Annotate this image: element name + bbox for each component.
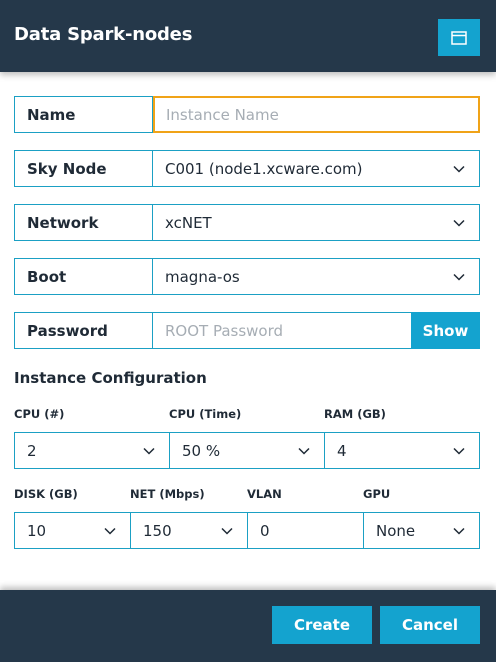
gpu-value: None (376, 521, 416, 540)
vlan-label: VLAN (247, 487, 282, 501)
show-password-button[interactable]: Show (411, 312, 480, 349)
boot-label: Boot (14, 258, 153, 295)
sky-node-select[interactable]: C001 (node1.xcware.com) (153, 150, 480, 187)
dialog-title: Data Spark-nodes (14, 24, 193, 45)
disk-value: 10 (27, 521, 47, 540)
cpu-count-label: CPU (#) (14, 407, 65, 421)
ram-select[interactable]: 4 (324, 432, 480, 469)
network-select[interactable]: xcNET (153, 204, 480, 241)
window-icon (451, 30, 467, 45)
sky-node-label: Sky Node (14, 150, 153, 187)
chevron-down-icon (453, 527, 465, 535)
chevron-down-icon (104, 527, 116, 535)
network-value: xcNET (165, 213, 212, 232)
chevron-down-icon (453, 447, 465, 455)
dialog-header: Data Spark-nodes (0, 0, 496, 72)
chevron-down-icon (221, 527, 233, 535)
net-select[interactable]: 150 (130, 512, 248, 549)
name-input[interactable]: Instance Name (153, 96, 480, 133)
network-row: Network xcNET (14, 204, 480, 241)
network-label: Network (14, 204, 153, 241)
chevron-down-icon (298, 447, 310, 455)
disk-label: DISK (GB) (14, 487, 78, 501)
password-row: Password ROOT Password Show (14, 312, 480, 349)
vlan-input[interactable]: 0 (247, 512, 364, 549)
chevron-down-icon (453, 273, 465, 281)
cpu-count-select[interactable]: 2 (14, 432, 170, 469)
password-label: Password (14, 312, 153, 349)
ram-value: 4 (337, 441, 347, 460)
gpu-label: GPU (363, 487, 391, 501)
net-label: NET (Mbps) (130, 487, 205, 501)
cpu-time-select[interactable]: 50 % (169, 432, 325, 469)
boot-value: magna-os (165, 267, 240, 286)
chevron-down-icon (143, 447, 155, 455)
instance-config-title: Instance Configuration (14, 369, 207, 387)
cpu-time-label: CPU (Time) (169, 407, 242, 421)
cpu-time-value: 50 % (182, 441, 221, 460)
cancel-button[interactable]: Cancel (380, 606, 480, 644)
sky-node-value: C001 (node1.xcware.com) (165, 159, 363, 178)
chevron-down-icon (453, 219, 465, 227)
vlan-value: 0 (260, 521, 270, 540)
chevron-down-icon (453, 165, 465, 173)
name-row: Name Instance Name (14, 96, 480, 133)
maximize-button[interactable] (438, 19, 480, 56)
boot-row: Boot magna-os (14, 258, 480, 295)
dialog-footer: Create Cancel (0, 590, 496, 662)
create-button[interactable]: Create (272, 606, 372, 644)
cpu-count-value: 2 (27, 441, 37, 460)
password-placeholder: ROOT Password (165, 321, 284, 340)
boot-select[interactable]: magna-os (153, 258, 480, 295)
name-label: Name (14, 96, 153, 133)
sky-node-row: Sky Node C001 (node1.xcware.com) (14, 150, 480, 187)
name-placeholder: Instance Name (166, 105, 279, 124)
password-input[interactable]: ROOT Password (153, 312, 411, 349)
ram-label: RAM (GB) (324, 407, 386, 421)
net-value: 150 (143, 521, 172, 540)
gpu-select[interactable]: None (363, 512, 480, 549)
disk-select[interactable]: 10 (14, 512, 131, 549)
